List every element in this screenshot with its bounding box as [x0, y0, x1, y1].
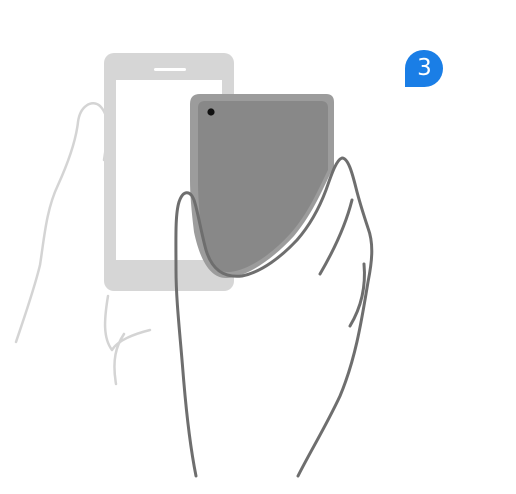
phone-back-icon [190, 94, 334, 278]
step-number-badge: 3 [405, 50, 443, 87]
camera-lens-icon [207, 108, 215, 116]
